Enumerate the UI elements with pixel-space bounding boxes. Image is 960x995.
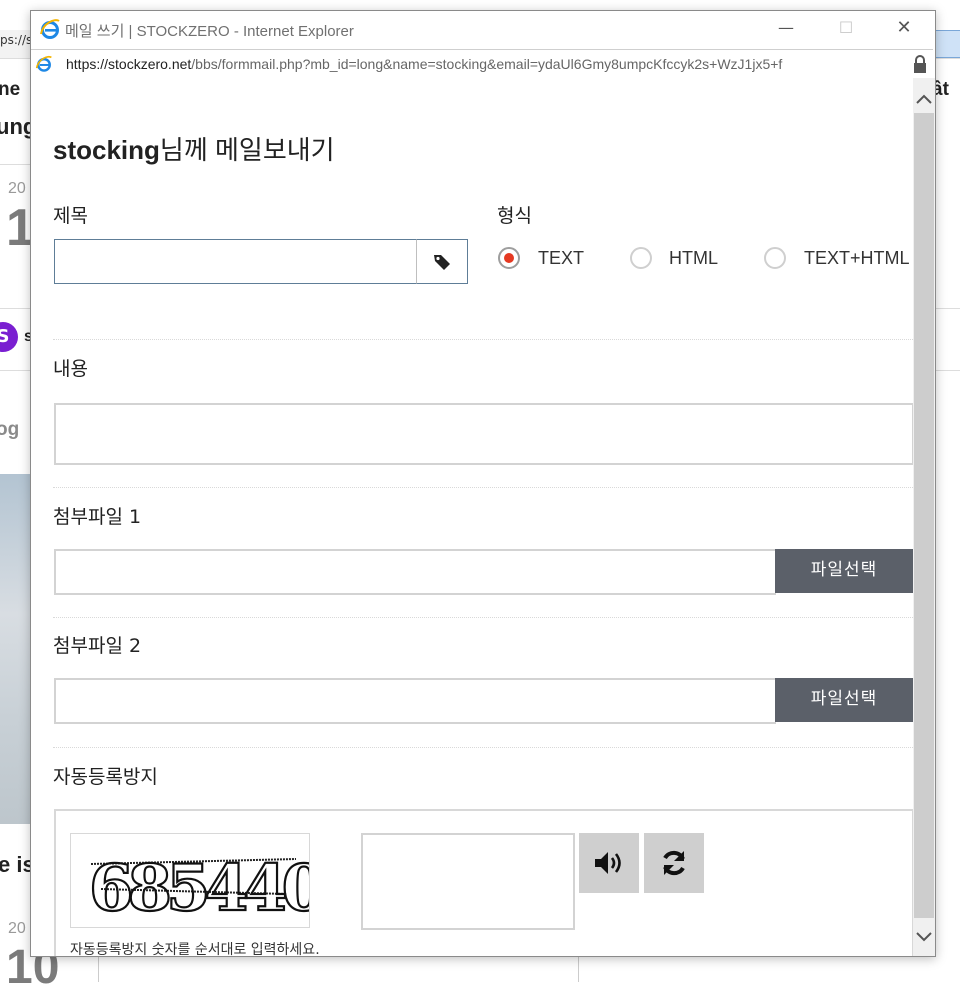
tag-button[interactable] xyxy=(416,239,468,284)
format-option-text[interactable]: TEXT xyxy=(538,248,584,269)
recipient-name: stocking xyxy=(53,135,160,165)
captcha-input[interactable] xyxy=(361,833,575,930)
subject-label: 제목 xyxy=(53,205,88,227)
format-radio-html[interactable] xyxy=(630,247,652,269)
url-host: https://stockzero.net xyxy=(66,56,192,72)
ie-logo-icon xyxy=(35,55,52,72)
address-url[interactable]: https://stockzero.net/bbs/formmail.php?m… xyxy=(66,56,782,72)
captcha-instructions: 자동등록방지 숫자를 순서대로 입력하세요. xyxy=(70,942,320,956)
section-divider xyxy=(53,617,913,618)
section-divider xyxy=(53,747,913,748)
section-divider xyxy=(53,339,913,340)
format-radio-texthtml[interactable] xyxy=(764,247,786,269)
ie-logo-icon xyxy=(40,19,60,39)
scroll-up-arrow-icon[interactable] xyxy=(913,86,935,112)
captcha-label: 자동등록방지 xyxy=(53,766,158,788)
format-label: 형식 xyxy=(497,205,532,227)
captcha-audio-button[interactable] xyxy=(579,833,639,893)
close-button[interactable]: ✕ xyxy=(881,11,927,47)
content-textarea[interactable] xyxy=(54,403,913,465)
url-path: /bbs/formmail.php?mb_id=long&name=stocki… xyxy=(191,56,783,72)
file2-label: 첨부파일 2 xyxy=(53,635,142,657)
file2-select-button[interactable]: 파일선택 xyxy=(775,678,913,722)
lock-icon[interactable] xyxy=(912,54,928,74)
format-option-texthtml[interactable]: TEXT+HTML xyxy=(804,248,910,269)
captcha-digits: 685440 xyxy=(89,851,309,926)
format-option-html[interactable]: HTML xyxy=(669,248,718,269)
address-bar[interactable]: https://stockzero.net/bbs/formmail.php?m… xyxy=(31,49,933,79)
format-radio-text[interactable] xyxy=(498,247,520,269)
background-label-og: og xyxy=(0,419,20,440)
file1-input[interactable] xyxy=(54,549,776,595)
maximize-button[interactable]: ☐ xyxy=(823,11,869,47)
section-divider xyxy=(53,487,913,488)
mail-popup-window: 메일 쓰기 | STOCKZERO - Internet Explorer — … xyxy=(30,10,936,957)
refresh-icon xyxy=(663,850,685,876)
tag-icon xyxy=(434,255,450,270)
window-title: 메일 쓰기 | STOCKZERO - Internet Explorer xyxy=(65,23,354,40)
background-panel-edge xyxy=(98,955,99,982)
background-url-fragment: ps://s xyxy=(0,33,33,47)
minimize-button[interactable]: — xyxy=(763,11,809,47)
background-divider xyxy=(0,164,30,165)
scroll-down-arrow-icon[interactable] xyxy=(913,924,935,950)
subject-input[interactable] xyxy=(54,239,468,284)
background-avatar: S xyxy=(0,322,18,352)
captcha-digits-graphic: 685440 xyxy=(88,850,331,927)
content-label: 내용 xyxy=(53,358,88,380)
file1-select-button[interactable]: 파일선택 xyxy=(775,549,913,593)
page-title: stocking님께 메일보내기 xyxy=(53,130,335,167)
window-titlebar: 메일 쓰기 | STOCKZERO - Internet Explorer — … xyxy=(31,11,935,49)
file1-label: 첨부파일 1 xyxy=(53,506,142,528)
file2-input[interactable] xyxy=(54,678,776,724)
background-panel-edge xyxy=(578,955,579,982)
scrollbar-thumb[interactable] xyxy=(914,113,934,918)
vertical-scrollbar[interactable] xyxy=(913,78,935,956)
background-year-1: 20 xyxy=(8,180,26,197)
captcha-image: 685440 xyxy=(70,833,331,928)
form-content: stocking님께 메일보내기 제목 형식 TEXT HTML TEXT+HT… xyxy=(31,78,913,956)
captcha-refresh-button[interactable] xyxy=(644,833,704,893)
background-avatar-letter: S xyxy=(0,326,10,347)
background-photo xyxy=(0,474,30,824)
background-nav-text-left: ne xyxy=(0,79,21,100)
background-year-2: 20 xyxy=(8,920,26,937)
speaker-icon xyxy=(595,852,621,874)
title-suffix: 님께 메일보내기 xyxy=(159,135,335,165)
